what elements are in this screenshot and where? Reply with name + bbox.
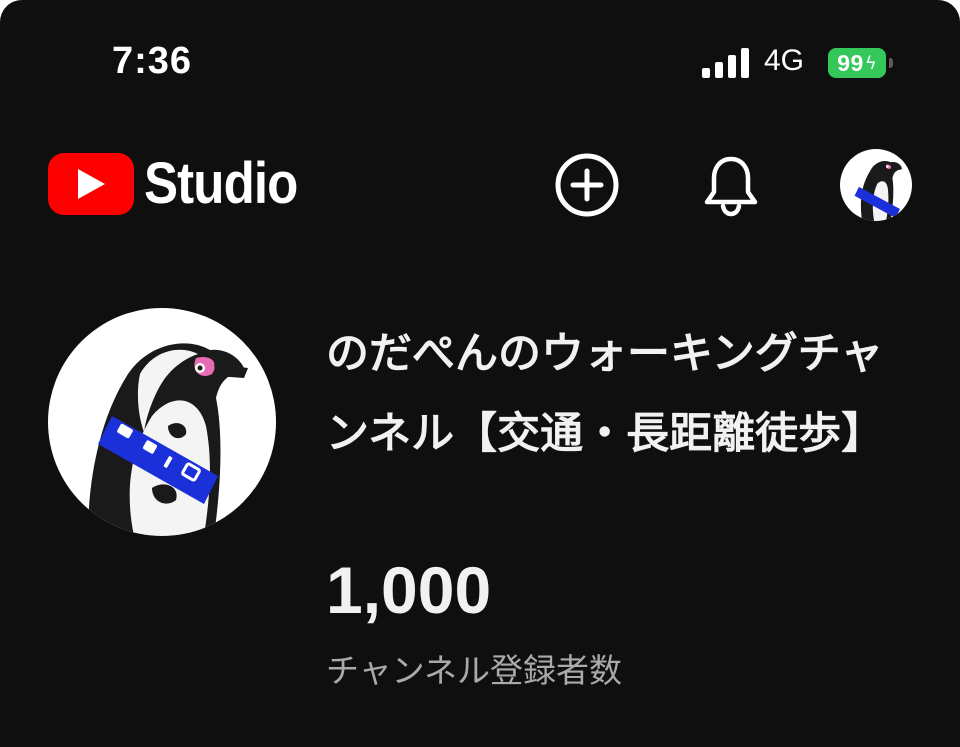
subscriber-count-label: チャンネル登録者数 bbox=[326, 651, 623, 690]
logo-text: Studio bbox=[144, 151, 298, 216]
network-type: 4G bbox=[764, 44, 805, 77]
penguin-small-icon bbox=[854, 160, 902, 221]
status-time: 7:36 bbox=[112, 40, 193, 82]
channel-name: のだぺんのウォーキングチャンネル【交通・長距離徒歩】 bbox=[326, 329, 885, 459]
screen: 7:36 4G 99 ϟ Studio のだぺんのウォーキングチャンネル【交通・… bbox=[0, 0, 960, 747]
notification-bell-icon bbox=[704, 156, 758, 217]
signal-strength-icon bbox=[702, 48, 749, 78]
create-plus-icon bbox=[555, 153, 619, 217]
battery-level: 99 bbox=[837, 49, 864, 76]
penguin-avatar-icon bbox=[88, 343, 248, 536]
create-button[interactable] bbox=[552, 150, 622, 220]
youtube-studio-logo[interactable]: Studio bbox=[48, 150, 318, 217]
battery-indicator: 99 ϟ bbox=[828, 48, 886, 78]
notifications-button[interactable] bbox=[696, 150, 766, 220]
youtube-play-icon bbox=[48, 152, 134, 215]
account-avatar[interactable] bbox=[840, 149, 912, 221]
channel-avatar bbox=[48, 308, 276, 536]
battery-nub bbox=[889, 58, 893, 68]
charging-bolt-icon: ϟ bbox=[864, 52, 877, 74]
subscriber-count: 1,000 bbox=[326, 553, 492, 627]
